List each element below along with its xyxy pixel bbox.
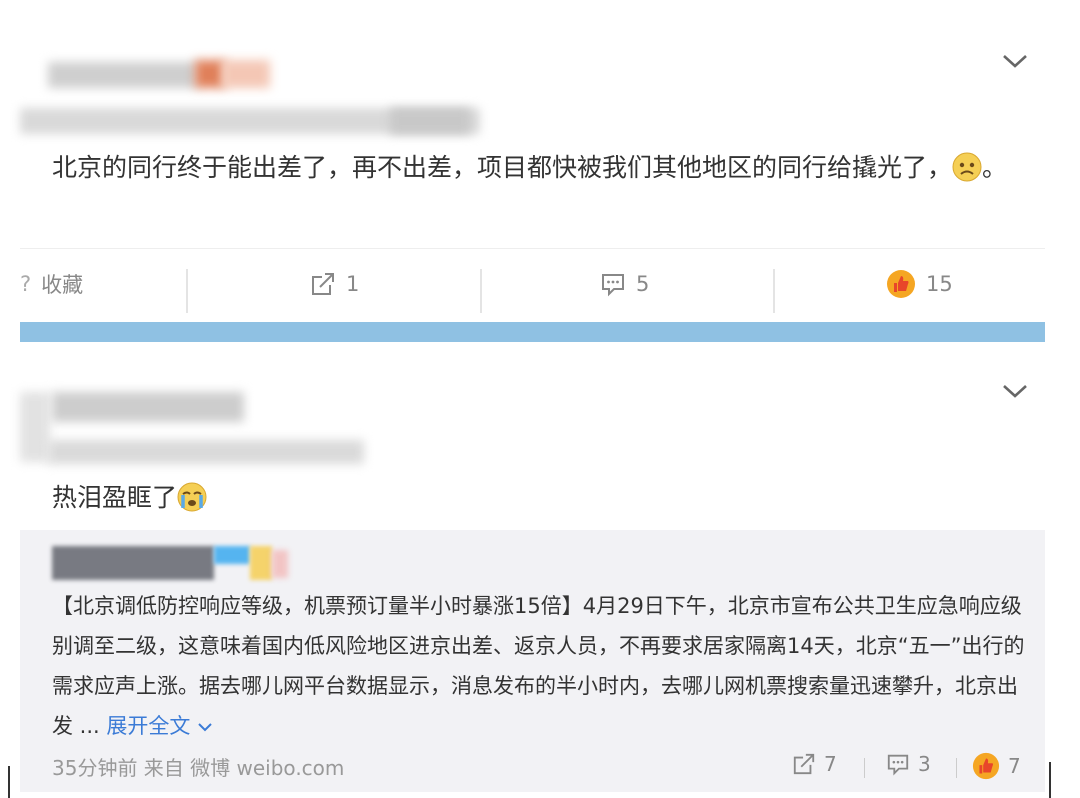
repost-comment-button[interactable]: 3: [886, 752, 931, 776]
repost-body: 【北京调低防控响应等级，机票预订量半小时暴涨15倍】4月29日下午，北京市宣布公…: [52, 594, 1025, 738]
share-icon: [793, 753, 815, 775]
edge-line: [8, 766, 10, 798]
share-icon: [312, 273, 334, 295]
post-1-action-bar: ? 收藏 1 5 15: [20, 248, 1045, 319]
repost-like-button[interactable]: 7: [972, 752, 1021, 780]
like-icon: [972, 752, 1000, 780]
post-1-text: 北京的同行终于能出差了，再不出差，项目都快被我们其他地区的同行给撬光了， 。: [52, 152, 1008, 182]
post-2-text: 热泪盈眶了: [52, 476, 207, 520]
chevron-down-icon[interactable]: [1000, 46, 1030, 76]
repost-meta: 35分钟前 来自 微博 weibo.com: [52, 756, 345, 780]
favorite-button[interactable]: ? 收藏: [20, 249, 83, 319]
like-icon: [887, 270, 915, 298]
feed-divider: [20, 322, 1045, 342]
comment-icon: [887, 754, 909, 776]
share-button[interactable]: 1: [310, 249, 359, 319]
like-button[interactable]: 15: [886, 249, 953, 319]
comment-button[interactable]: 5: [600, 249, 649, 319]
crying-emoji-icon: [177, 482, 207, 512]
chevron-down-icon: [198, 723, 212, 732]
star-icon: ?: [20, 272, 32, 296]
expand-full-text-link[interactable]: 展开全文: [106, 714, 213, 738]
repost-share-button[interactable]: 7: [792, 752, 837, 776]
chevron-down-icon[interactable]: [1000, 376, 1030, 406]
comment-icon: [602, 274, 624, 297]
repost-card[interactable]: 【北京调低防控响应等级，机票预订量半小时暴涨15倍】4月29日下午，北京市宣布公…: [20, 530, 1045, 792]
edge-line: [1049, 762, 1051, 798]
sad-emoji-icon: [952, 152, 982, 182]
